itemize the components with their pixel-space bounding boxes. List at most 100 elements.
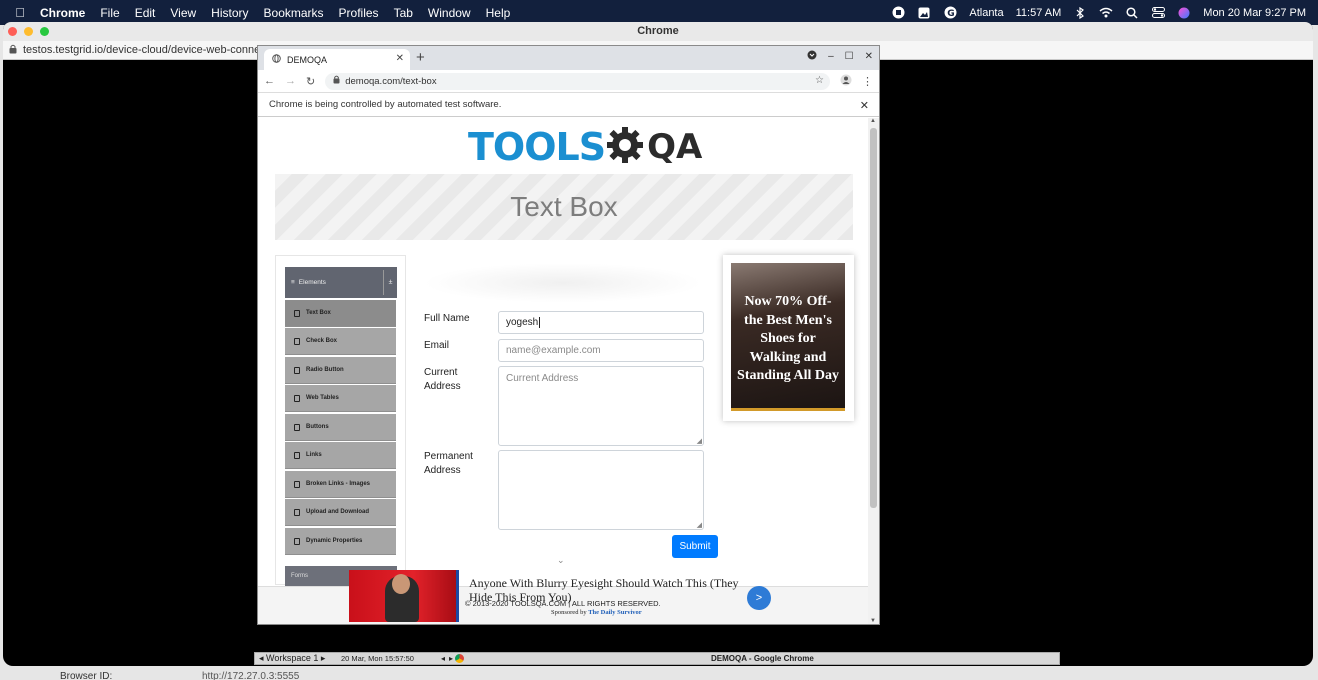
record-icon[interactable] (891, 6, 905, 20)
sidebar-item-buttons[interactable]: Buttons (285, 414, 396, 441)
bottom-ad-headline[interactable]: Anyone With Blurry Eyesight Should Watch… (469, 576, 744, 604)
control-center-icon[interactable] (1151, 6, 1165, 20)
scroll-up-icon[interactable]: ▲ (870, 118, 876, 124)
menu-bookmarks[interactable]: Bookmarks (264, 6, 324, 20)
minimize-icon[interactable]: – (828, 51, 834, 62)
menu-profiles[interactable]: Profiles (339, 6, 379, 20)
sidebar-item-broken-links[interactable]: Broken Links - Images (285, 471, 396, 498)
sidebar-item-label: Buttons (306, 424, 329, 430)
clock-city-time: 11:57 AM (1015, 6, 1062, 19)
sidebar-item-label: Text Box (306, 310, 331, 316)
page-scrollbar[interactable]: ▲ ▼ (868, 118, 879, 624)
tab-title: DEMOQA (287, 54, 328, 65)
list-item-icon (294, 537, 300, 545)
sidebar-item-dynamic-properties[interactable]: Dynamic Properties (285, 528, 396, 555)
taskbar-prev-icon[interactable]: ◂ (441, 654, 445, 663)
sidebar-item-upload-download[interactable]: Upload and Download (285, 499, 396, 526)
wifi-icon[interactable] (1099, 6, 1113, 20)
submit-button[interactable]: Submit (672, 535, 718, 558)
full-name-label: Full Name (424, 313, 470, 324)
dismiss-infobar-icon[interactable]: ✕ (860, 99, 869, 112)
sidebar-item-text-box[interactable]: Text Box (285, 300, 396, 327)
maximize-icon[interactable]: ☐ (845, 51, 854, 62)
apple-icon[interactable]:  (0, 5, 40, 20)
resize-grip-icon[interactable]: ◢ (697, 521, 702, 529)
new-tab-icon[interactable]: + (416, 49, 425, 66)
bottom-ad-next-button[interactable]: > (747, 586, 771, 610)
list-item-icon (294, 480, 300, 488)
address-bar[interactable]: demoqa.com/text-box ☆ (325, 72, 830, 90)
image-icon[interactable] (917, 6, 931, 20)
infobar-text: Chrome is being controlled by automated … (269, 99, 502, 110)
grammarly-icon[interactable]: G (943, 6, 957, 20)
minimize-window-icon[interactable] (24, 27, 33, 36)
bottom-advertisement[interactable]: Anyone With Blurry Eyesight Should Watch… (258, 568, 869, 624)
forward-arrow-icon[interactable]: → (285, 75, 296, 87)
bottom-ad-image[interactable] (349, 570, 459, 622)
back-arrow-icon[interactable]: ← (264, 75, 275, 87)
close-window-icon[interactable] (8, 27, 17, 36)
ad-image[interactable]: Now 70% Off- the Best Men's Shoes for Wa… (731, 263, 845, 411)
permanent-address-textarea[interactable]: ◢ (498, 450, 704, 530)
close-icon[interactable]: ✕ (865, 51, 873, 62)
spotlight-search-icon[interactable] (1125, 6, 1139, 20)
workspace-switcher[interactable]: ◂ Workspace 1 ▸ (255, 653, 341, 664)
menu-file[interactable]: File (100, 6, 119, 20)
chrome-icon[interactable] (455, 654, 465, 663)
full-name-value: yogesh (506, 317, 539, 328)
collapse-toggle-icon[interactable]: ± (383, 270, 397, 295)
window-controls (8, 27, 49, 36)
taskbar-window-title[interactable]: DEMOQA - Google Chrome (711, 654, 814, 663)
scrollbar-thumb[interactable] (870, 128, 877, 508)
sidebar-item-label: Check Box (306, 338, 338, 344)
kebab-menu-icon[interactable]: ⋮ (862, 75, 873, 88)
sidebar-item-links[interactable]: Links (285, 442, 396, 469)
current-address-textarea[interactable]: Current Address ◢ (498, 366, 704, 446)
full-name-input[interactable]: yogesh (498, 311, 704, 334)
reload-icon[interactable]: ↻ (306, 75, 315, 88)
tab-demoqa[interactable]: DEMOQA ✕ (264, 49, 410, 70)
side-advertisement[interactable]: Now 70% Off- the Best Men's Shoes for Wa… (723, 255, 854, 421)
scroll-down-icon[interactable]: ▼ (870, 618, 876, 624)
email-label: Email (424, 340, 450, 351)
svg-text:G: G (947, 9, 954, 19)
clock-city: Atlanta (969, 6, 1004, 19)
sidebar-group-elements[interactable]: ≡ Elements ± (285, 267, 397, 298)
menu-chrome[interactable]: Chrome (40, 6, 85, 20)
zoom-window-icon[interactable] (40, 27, 49, 36)
menu-window[interactable]: Window (428, 6, 471, 20)
menu-edit[interactable]: Edit (135, 6, 156, 20)
sidebar-item-check-box[interactable]: Check Box (285, 328, 396, 355)
sidebar-item-label: Dynamic Properties (306, 538, 363, 544)
page-viewport: TOOLS QA Text Box ≡ Elements ± Text Box … (258, 118, 869, 624)
form-ad-placeholder (423, 263, 703, 303)
browser-id-value: http://172.27.0.3:5555 (202, 671, 300, 680)
menubar-datetime: Mon 20 Mar 9:27 PM (1203, 6, 1306, 19)
menu-help[interactable]: Help (486, 6, 511, 20)
sidebar-item-radio-button[interactable]: Radio Button (285, 357, 396, 384)
current-address-label: Current Address (424, 367, 461, 392)
menu-tab[interactable]: Tab (394, 6, 413, 20)
gear-icon (605, 125, 645, 170)
list-item-icon (294, 451, 300, 459)
sidebar-item-label: Links (306, 452, 322, 458)
taskbar-clock: 20 Mar, Mon 15:57:50 (341, 654, 414, 663)
siri-icon[interactable] (1177, 6, 1191, 20)
bluetooth-icon[interactable] (1073, 6, 1087, 20)
email-input[interactable]: name@example.com (498, 339, 704, 362)
menu-history[interactable]: History (211, 6, 248, 20)
resize-grip-icon[interactable]: ◢ (697, 437, 702, 445)
bookmark-star-icon[interactable]: ☆ (815, 75, 824, 86)
list-item-icon (294, 309, 300, 317)
list-item-icon (294, 337, 300, 345)
menu-view[interactable]: View (170, 6, 196, 20)
sidebar-item-web-tables[interactable]: Web Tables (285, 385, 396, 412)
close-tab-icon[interactable]: ✕ (396, 53, 404, 64)
list-item-icon (294, 394, 300, 402)
taskbar-next-icon[interactable]: ▸ (449, 654, 453, 663)
ad-text: Now 70% Off- the Best Men's Shoes for Wa… (737, 294, 839, 383)
toolsqa-logo[interactable]: TOOLS QA (468, 124, 702, 170)
tab-search-icon[interactable] (807, 50, 817, 63)
sidebar-item-label: Upload and Download (306, 509, 369, 515)
profile-icon[interactable] (840, 74, 852, 89)
